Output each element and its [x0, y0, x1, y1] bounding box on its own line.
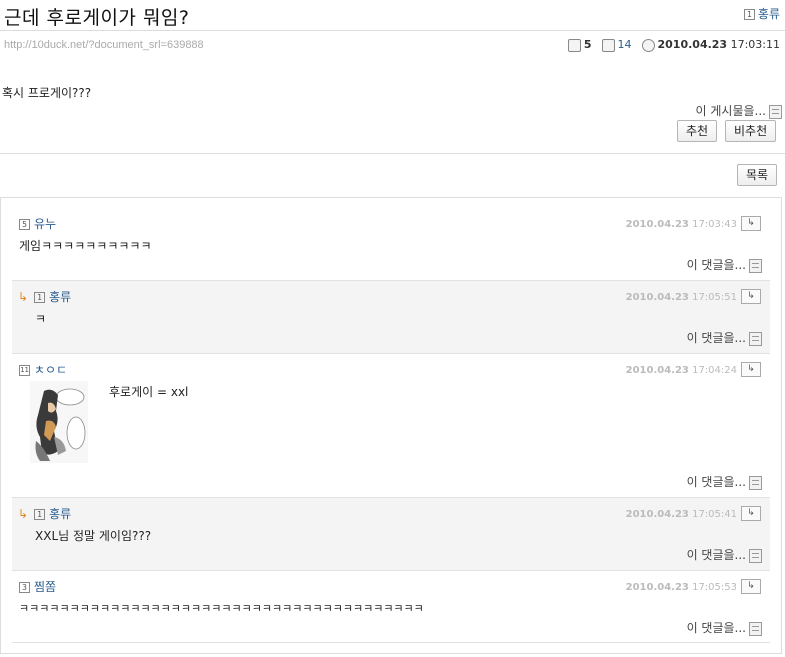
comment-menu-link[interactable]: 이 댓글을... — [687, 329, 762, 346]
post-url[interactable]: http://10duck.net/?document_srl=639888 — [4, 39, 204, 51]
document-icon — [749, 331, 762, 346]
post-menu-link[interactable]: 이 게시물을... — [696, 102, 782, 119]
header-divider — [0, 30, 785, 31]
comment-date: 2010.04.23 17:05:51 — [625, 292, 737, 303]
comment-divider — [12, 570, 770, 571]
comment-author-name[interactable]: 유누 — [34, 217, 56, 231]
post-author[interactable]: 1 홍류 — [743, 5, 780, 22]
post-body: 혹시 프로게이??? — [2, 86, 92, 100]
comment-text: ㅋㅋㅋㅋㅋㅋㅋㅋㅋㅋㅋㅋㅋㅋㅋㅋㅋㅋㅋㅋㅋㅋㅋㅋㅋㅋㅋㅋㅋㅋㅋㅋㅋㅋㅋㅋㅋㅋㅋㅋ — [19, 602, 424, 615]
level-icon: 11 — [19, 365, 30, 376]
comment-author[interactable]: 11 ㅊㅇㄷ — [19, 361, 67, 378]
comment-date: 2010.04.23 17:05:53 — [625, 582, 737, 593]
level-icon: 5 — [19, 219, 30, 230]
comment-author-name[interactable]: 홍류 — [49, 290, 71, 304]
list-button[interactable]: 목록 — [737, 164, 778, 186]
reply-arrow-icon: ↳ — [18, 290, 29, 304]
document-icon — [749, 548, 762, 563]
reply-icon[interactable]: ↳ — [741, 289, 761, 304]
comment-menu-link[interactable]: 이 댓글을... — [687, 473, 762, 490]
document-icon — [769, 104, 782, 119]
recommend-button[interactable]: 추천 — [677, 120, 718, 142]
comment-date: 2010.04.23 17:04:24 — [625, 365, 737, 376]
post-menu-label[interactable]: 이 게시물을... — [696, 104, 766, 118]
post-title: 근데 후로게이가 뭐임? — [4, 7, 190, 29]
document-icon — [749, 621, 762, 636]
read-count: 14 — [601, 38, 632, 52]
comment-author[interactable]: ↳ 1 홍류 — [18, 288, 71, 305]
comment-author-name[interactable]: ㅊㅇㄷ — [34, 363, 67, 377]
comment-icon — [567, 38, 581, 52]
reply-icon[interactable]: ↳ — [741, 579, 761, 594]
reply-arrow-icon: ↳ — [18, 507, 29, 521]
comment-author[interactable]: ↳ 1 홍류 — [18, 505, 71, 522]
reply-icon[interactable]: ↳ — [741, 216, 761, 231]
comment-text: XXL님 정말 게이임??? — [35, 529, 152, 543]
comment-menu-label[interactable]: 이 댓글을... — [687, 621, 746, 635]
comment-menu-link[interactable]: 이 댓글을... — [687, 619, 762, 636]
document-icon — [749, 475, 762, 490]
comment-avatar-image — [30, 381, 88, 463]
post-author-name[interactable]: 홍류 — [758, 7, 780, 21]
level-icon: 1 — [34, 509, 46, 520]
post-date: 2010.04.23 17:03:11 — [641, 38, 780, 52]
comment-menu-label[interactable]: 이 댓글을... — [687, 258, 746, 272]
reply-icon[interactable]: ↳ — [741, 362, 761, 377]
level-icon: 1 — [743, 9, 755, 20]
manga-figure-image — [30, 381, 88, 463]
comment-text: 후로게이 = xxl — [109, 385, 189, 399]
comment-menu-label[interactable]: 이 댓글을... — [687, 548, 746, 562]
read-count-icon — [601, 38, 615, 52]
level-icon: 3 — [19, 582, 30, 593]
comment-author[interactable]: 5 유누 — [19, 215, 56, 232]
not-recommend-button[interactable]: 비추천 — [725, 120, 777, 142]
comment-date: 2010.04.23 17:03:43 — [625, 219, 737, 230]
comment-date: 2010.04.23 17:05:41 — [625, 509, 737, 520]
comment-count: 5 — [567, 38, 592, 52]
comment-divider — [12, 642, 770, 643]
comment-menu-label[interactable]: 이 댓글을... — [687, 475, 746, 489]
comment-menu-label[interactable]: 이 댓글을... — [687, 331, 746, 345]
clock-icon — [641, 38, 655, 52]
comment-author[interactable]: 3 찜쫌 — [19, 578, 56, 595]
comment-author-name[interactable]: 찜쫌 — [34, 580, 56, 594]
comment-text: 게임ㅋㅋㅋㅋㅋㅋㅋㅋㅋㅋ — [19, 239, 152, 253]
document-icon — [749, 258, 762, 273]
comment-divider — [12, 353, 770, 354]
body-divider — [0, 153, 785, 154]
comment-menu-link[interactable]: 이 댓글을... — [687, 546, 762, 563]
comment-author-name[interactable]: 홍류 — [49, 507, 71, 521]
post-meta: 5 14 2010.04.23 17:03:11 — [567, 38, 780, 52]
comment-menu-link[interactable]: 이 댓글을... — [687, 256, 762, 273]
level-icon: 1 — [34, 292, 46, 303]
comment-text: ㅋ — [35, 312, 47, 326]
reply-icon[interactable]: ↳ — [741, 506, 761, 521]
